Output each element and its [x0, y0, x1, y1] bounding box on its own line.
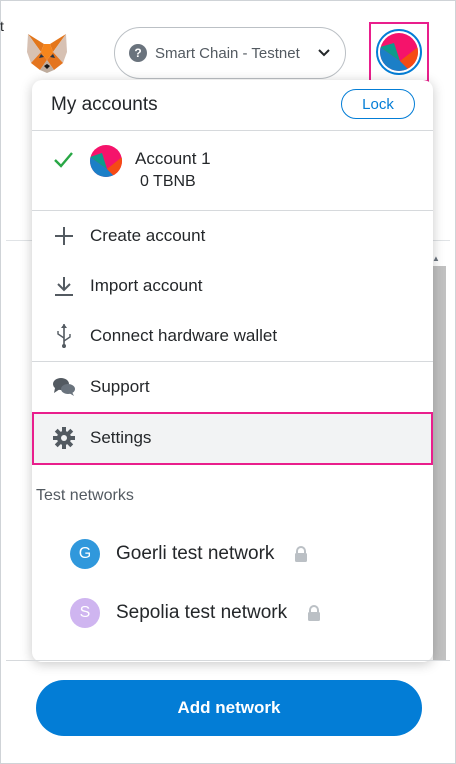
- usb-icon: [52, 324, 76, 348]
- accounts-menu: My accounts Lock Account 1 0 TBNB Create…: [32, 80, 433, 662]
- import-account-item[interactable]: Import account: [32, 261, 433, 311]
- network-badge: S: [70, 598, 100, 628]
- account-avatar-icon: [90, 145, 122, 177]
- top-bar: ? Smart Chain - Testnet: [0, 0, 456, 84]
- plus-icon: [52, 224, 76, 248]
- chat-icon: [52, 375, 76, 399]
- test-networks-heading: Test networks: [36, 487, 134, 504]
- network-item-goerli[interactable]: G Goerli test network: [70, 538, 370, 570]
- lock-icon: [295, 546, 308, 562]
- metamask-fox-icon: [27, 34, 67, 73]
- connect-hardware-wallet-label: Connect hardware wallet: [90, 326, 278, 345]
- create-account-label: Create account: [90, 226, 206, 245]
- account-balance: 0 TBNB: [140, 173, 196, 190]
- network-selector[interactable]: ? Smart Chain - Testnet: [114, 27, 346, 79]
- settings-label: Settings: [90, 428, 152, 447]
- settings-item[interactable]: Settings: [32, 413, 433, 463]
- menu-title: My accounts: [51, 94, 158, 115]
- lock-button[interactable]: Lock: [341, 89, 415, 119]
- support-item[interactable]: Support: [32, 362, 433, 412]
- account-jazzicon: [380, 33, 418, 71]
- network-badge: G: [70, 539, 100, 569]
- scrollbar-thumb[interactable]: [433, 266, 446, 660]
- scroll-up-arrow[interactable]: ▲: [432, 254, 440, 263]
- download-icon: [52, 274, 76, 298]
- support-label: Support: [90, 377, 150, 396]
- import-account-label: Import account: [90, 276, 203, 295]
- network-name: Sepolia test network: [116, 602, 288, 623]
- footer-divider: [6, 660, 450, 661]
- network-name: Goerli test network: [116, 543, 275, 564]
- chevron-down-icon: [318, 49, 330, 57]
- network-question-icon: ?: [129, 44, 147, 62]
- create-account-item[interactable]: Create account: [32, 211, 433, 261]
- account-name: Account 1: [135, 149, 211, 168]
- add-network-button[interactable]: Add network: [36, 680, 422, 736]
- network-item-sepolia[interactable]: S Sepolia test network: [70, 597, 370, 629]
- account-row[interactable]: Account 1 0 TBNB: [32, 131, 433, 210]
- connect-hardware-wallet-item[interactable]: Connect hardware wallet: [32, 311, 433, 361]
- lock-icon: [308, 605, 321, 621]
- network-label: Smart Chain - Testnet: [155, 44, 300, 62]
- menu-header: My accounts Lock: [32, 80, 433, 130]
- gear-icon: [52, 426, 76, 450]
- account-avatar-button[interactable]: [376, 29, 422, 75]
- check-icon: [54, 152, 73, 168]
